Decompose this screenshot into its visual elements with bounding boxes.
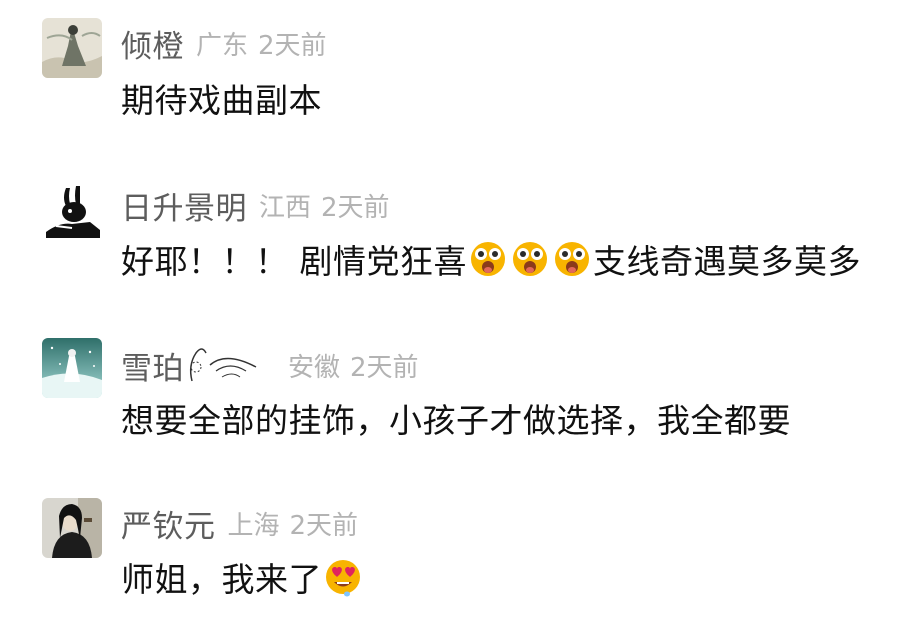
comment-body-start: 好耶！！！ 剧情党狂喜 (121, 242, 467, 281)
snowy-scene-figure-avatar[interactable] (42, 338, 102, 398)
location-label: 江西 (259, 192, 312, 223)
comment-meta: 雪珀 安徽 2天前 (121, 343, 419, 387)
comment-meta: 日升景明 江西 2天前 (121, 183, 390, 227)
comment-text: 期待戏曲副本 (121, 73, 322, 123)
timestamp: 2天前 (289, 510, 359, 541)
comment-text: 好耶！！！ 剧情党狂喜 支线奇遇莫多莫多 (121, 234, 861, 284)
comment-meta: 严钦元 上海 2天前 (121, 501, 358, 545)
comment-body-end: 支线奇遇莫多莫多 (593, 242, 861, 281)
location-label: 安徽 (288, 352, 341, 383)
comment-item: 倾橙 广东 2天前 期待戏曲副本 (0, 0, 913, 140)
timestamp: 2天前 (321, 192, 390, 223)
comment-text: 师姐，我来了 (121, 552, 364, 602)
black-white-rabbit-avatar[interactable] (42, 182, 102, 242)
heart-eyes-face-emoji (326, 560, 360, 597)
username[interactable]: 倾橙 (121, 21, 184, 66)
location-label: 广东 (196, 30, 249, 61)
username[interactable]: 严钦元 (121, 501, 216, 546)
swirl-wind-decoration-icon (189, 348, 257, 382)
comment-body: 想要全部的挂饰，小孩子才做选择，我全都要 (121, 401, 791, 440)
location-label: 上海 (227, 510, 280, 541)
timestamp: 2天前 (350, 352, 419, 383)
dark-robed-figure-avatar[interactable] (42, 498, 102, 558)
comment-text: 想要全部的挂饰，小孩子才做选择，我全都要 (121, 393, 791, 443)
ink-painting-figure-avatar[interactable] (42, 18, 102, 78)
timestamp: 2天前 (258, 30, 327, 61)
comment-body: 期待戏曲副本 (121, 81, 322, 120)
star-struck-face-emoji (513, 242, 547, 276)
comment-item: 雪珀 安徽 2天前 想要全部的挂饰，小孩子才做选择，我全都要 (0, 320, 913, 460)
comment-body: 师姐，我来了 (121, 560, 322, 599)
comment-item: 严钦元 上海 2天前 师姐，我来了 (0, 480, 913, 620)
username[interactable]: 日升景明 (121, 183, 247, 228)
comment-item: 日升景明 江西 2天前 好耶！！！ 剧情党狂喜 支线奇遇莫多莫多 (0, 160, 913, 300)
comment-meta: 倾橙 广东 2天前 (121, 21, 327, 65)
star-struck-face-emoji (471, 242, 505, 276)
username[interactable]: 雪珀 (121, 343, 184, 388)
star-struck-face-emoji (555, 242, 589, 276)
